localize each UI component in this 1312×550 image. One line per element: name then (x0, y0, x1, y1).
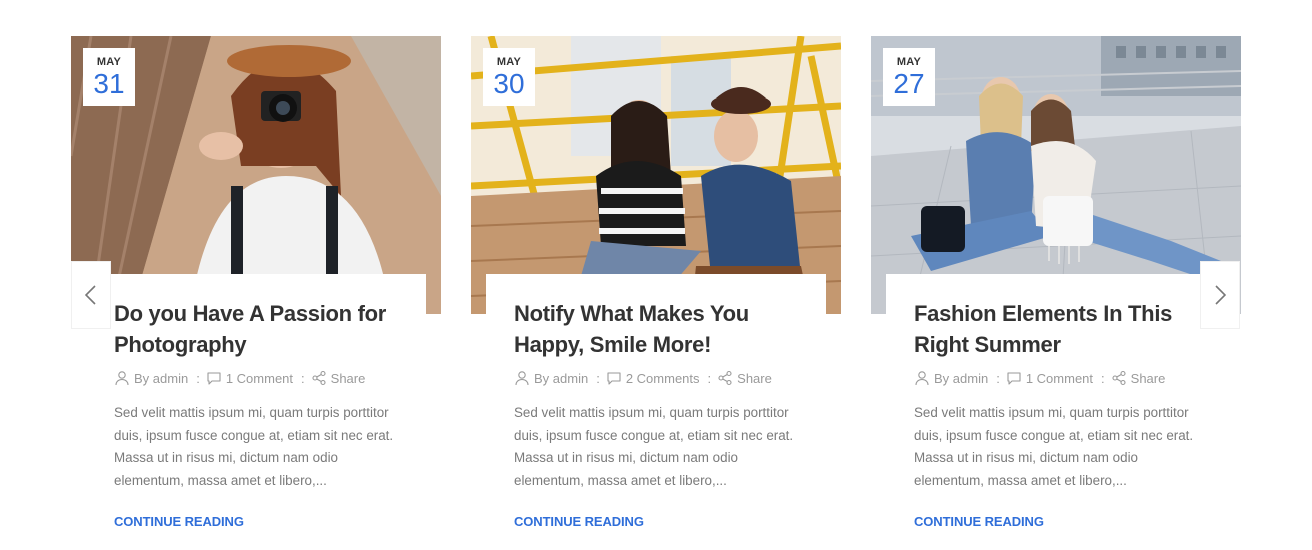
post-title[interactable]: Fashion Elements In This Right Summer (914, 298, 1198, 360)
blog-post-card: MAY 31 Do you Have A Passion for Photogr… (71, 36, 441, 536)
post-thumbnail[interactable]: MAY 31 (71, 36, 441, 314)
meta-separator: : (301, 370, 305, 386)
post-excerpt: Sed velit mattis ipsum mi, quam turpis p… (114, 405, 394, 488)
chevron-left-icon (85, 285, 96, 305)
post-meta: By admin : 2 Comments : Share (514, 370, 798, 386)
post-share-link[interactable]: Share (331, 371, 366, 386)
meta-separator: : (196, 370, 200, 386)
continue-reading-link[interactable]: CONTINUE READING (514, 514, 798, 529)
carousel-prev-button[interactable] (71, 261, 111, 329)
blog-post-card: MAY 27 Fashion Elements In This Right Su… (871, 36, 1241, 536)
post-date-day: 31 (93, 68, 125, 99)
comment-icon (207, 372, 221, 385)
user-icon (515, 371, 529, 386)
post-share-link[interactable]: Share (737, 371, 772, 386)
post-title[interactable]: Do you Have A Passion for Photography (114, 298, 398, 360)
user-icon (915, 371, 929, 386)
post-thumbnail[interactable]: MAY 30 (471, 36, 841, 314)
share-icon (1112, 370, 1126, 386)
post-date-badge: MAY 31 (83, 48, 135, 106)
post-excerpt: Sed velit mattis ipsum mi, quam turpis p… (914, 405, 1194, 488)
user-icon (115, 371, 129, 386)
post-comments-link[interactable]: 1 Comment (226, 371, 293, 386)
post-author-link[interactable]: By admin (934, 371, 988, 386)
post-comments-link[interactable]: 2 Comments (626, 371, 700, 386)
meta-separator: : (707, 370, 712, 386)
meta-separator: : (596, 370, 600, 386)
blog-post-card: MAY 30 Notify What Makes You Happy, Smil… (471, 36, 841, 536)
post-date-month: MAY (96, 56, 122, 68)
chevron-right-icon (1215, 285, 1226, 305)
post-date-month: MAY (896, 56, 922, 68)
post-meta: By admin : 1 Comment : Share (114, 370, 398, 386)
post-date-day: 27 (893, 68, 925, 99)
post-excerpt: Sed velit mattis ipsum mi, quam turpis p… (514, 405, 794, 488)
post-date-badge: MAY 30 (483, 48, 535, 106)
comment-icon (1007, 372, 1021, 385)
post-title[interactable]: Notify What Makes You Happy, Smile More! (514, 298, 798, 360)
continue-reading-link[interactable]: CONTINUE READING (114, 514, 398, 529)
post-author-link[interactable]: By admin (534, 371, 588, 386)
comment-icon (607, 372, 621, 385)
post-date-day: 30 (493, 68, 525, 99)
share-icon (312, 370, 326, 386)
share-icon (718, 370, 732, 386)
continue-reading-link[interactable]: CONTINUE READING (914, 514, 1198, 529)
post-content: Notify What Makes You Happy, Smile More!… (486, 274, 826, 536)
post-thumbnail[interactable]: MAY 27 (871, 36, 1241, 314)
post-share-link[interactable]: Share (1131, 371, 1166, 386)
post-content: Fashion Elements In This Right Summer By… (886, 274, 1226, 536)
post-comments-link[interactable]: 1 Comment (1026, 371, 1093, 386)
meta-separator: : (1101, 370, 1105, 386)
meta-separator: : (996, 370, 1000, 386)
post-date-month: MAY (496, 56, 522, 68)
post-author-link[interactable]: By admin (134, 371, 188, 386)
post-content: Do you Have A Passion for Photography By… (86, 274, 426, 536)
post-meta: By admin : 1 Comment : Share (914, 370, 1198, 386)
post-date-badge: MAY 27 (883, 48, 935, 106)
carousel-next-button[interactable] (1200, 261, 1240, 329)
